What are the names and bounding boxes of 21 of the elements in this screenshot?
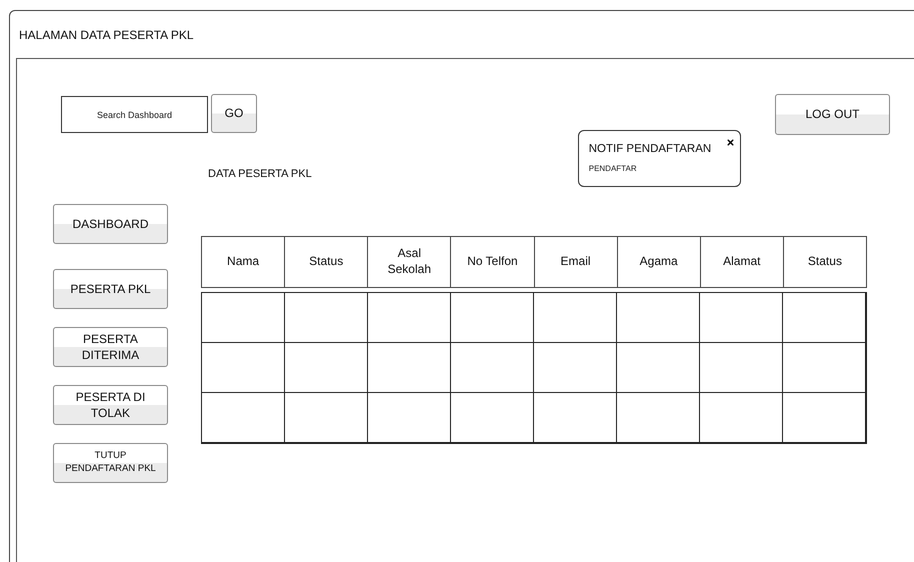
column-header: Alamat — [700, 237, 783, 287]
notification-text: PENDAFTAR — [588, 163, 638, 176]
sidebar-button[interactable]: PESERTA PKL — [53, 269, 168, 309]
sidebar-button[interactable]: PESERTA DITERIMA — [53, 327, 168, 367]
notification-title: NOTIF PENDAFTARAN — [588, 142, 712, 157]
column-header: Asal Sekolah — [367, 237, 450, 287]
column-header: No Telfon — [450, 237, 534, 287]
column-header: Agama — [616, 237, 700, 287]
sidebar-button[interactable]: DASHBOARD — [53, 204, 168, 244]
close-icon[interactable] — [726, 138, 735, 147]
section-title: DATA PESERTA PKL — [208, 167, 312, 182]
column-header: Status — [284, 237, 368, 287]
window-title: HALAMAN DATA PESERTA PKL — [19, 26, 194, 44]
sidebar-button[interactable]: TUTUP PENDAFTARAN PKL — [53, 443, 168, 483]
go-button[interactable]: GO — [211, 94, 257, 133]
column-header: Status — [782, 237, 866, 287]
logout-button[interactable]: LOG OUT — [775, 94, 890, 135]
sidebar-button[interactable]: PESERTA DI TOLAK — [53, 385, 168, 425]
column-header: Nama — [226, 253, 260, 270]
column-header: Email — [534, 237, 617, 287]
search-field[interactable]: Search Dashboard — [61, 96, 208, 133]
